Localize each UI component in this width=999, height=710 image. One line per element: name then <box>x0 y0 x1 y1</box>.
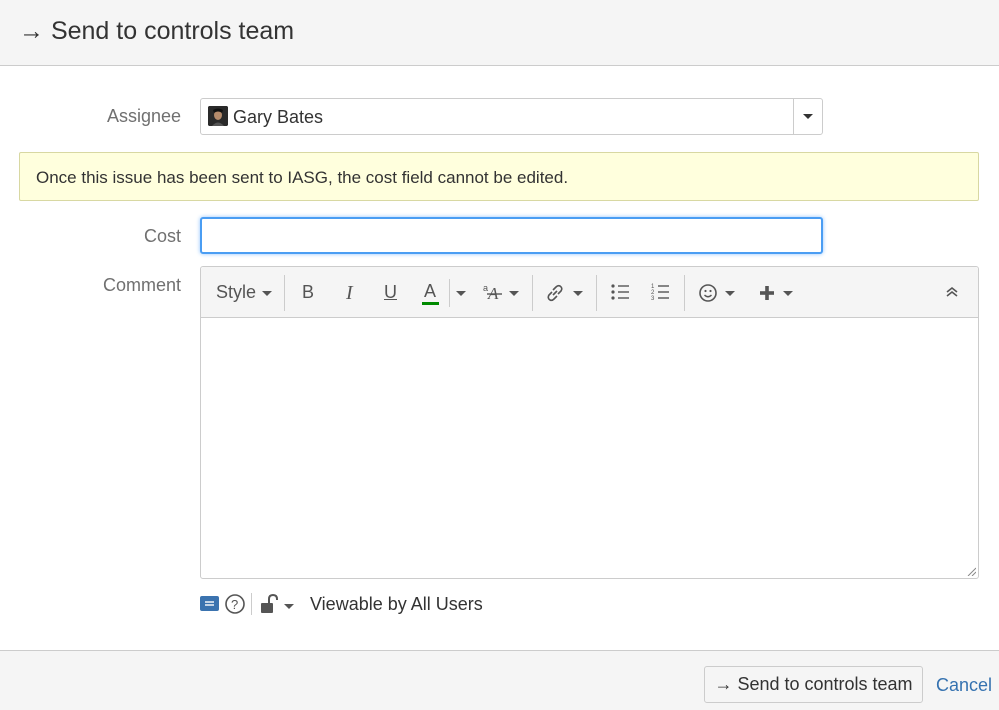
warning-message: Once this issue has been sent to IASG, t… <box>19 152 979 201</box>
dialog-title: → Send to controls team <box>19 17 295 45</box>
chevron-down-icon <box>783 291 793 296</box>
comment-label: Comment <box>102 275 181 295</box>
chevron-down-icon <box>262 291 272 296</box>
numbered-list-button[interactable]: 1 2 3 <box>647 277 675 307</box>
bold-icon: B <box>302 282 315 302</box>
toolbar-divider <box>532 275 533 311</box>
visibility-label: Viewable by All Users <box>310 594 483 614</box>
editor-mode-toggle[interactable] <box>200 593 220 615</box>
cancel-link[interactable]: Cancel <box>936 675 992 696</box>
collapse-toolbar-icon <box>946 286 958 297</box>
text-color-button[interactable]: A <box>419 277 445 307</box>
svg-text:?: ? <box>231 597 238 612</box>
link-icon <box>547 284 563 302</box>
collapse-toolbar-button[interactable] <box>939 277 965 307</box>
numbered-list-icon: 1 2 3 <box>651 284 669 301</box>
insert-more-button[interactable] <box>755 277 797 307</box>
emoticon-icon <box>699 284 717 302</box>
text-color-icon: A <box>424 281 437 301</box>
send-to-controls-team-button[interactable]: → Send to controls team <box>704 666 923 703</box>
chevron-down-icon <box>456 291 466 296</box>
toolbar-divider <box>684 275 685 311</box>
chevron-down-icon <box>509 291 519 296</box>
underline-icon: U <box>384 282 397 302</box>
toolbar-divider <box>449 279 450 307</box>
underline-button[interactable]: U <box>379 277 405 307</box>
assignee-value: Gary Bates <box>233 107 324 127</box>
resize-handle-icon[interactable] <box>966 566 976 576</box>
svg-text:A: A <box>487 284 499 302</box>
footer-divider <box>251 593 252 615</box>
editor-mode-icon <box>200 596 219 611</box>
toolbar-divider <box>284 275 285 311</box>
emoticon-button[interactable] <box>695 277 739 307</box>
text-color-swatch <box>422 302 439 305</box>
text-color-dropdown[interactable] <box>451 277 469 307</box>
assignee-dropdown-trigger[interactable] <box>793 99 822 134</box>
link-button[interactable] <box>541 277 587 307</box>
more-formatting-button[interactable]: a A <box>479 277 523 307</box>
visibility-dropdown[interactable] <box>260 593 296 615</box>
editor-toolbar: Style B I U A a A 1 2 3 <box>201 267 978 318</box>
format-more-icon: a A <box>483 283 502 302</box>
bullet-list-button[interactable] <box>607 277 635 307</box>
dialog-footer: → Send to controls team Cancel <box>0 650 999 710</box>
assignee-select[interactable]: Gary Bates <box>200 98 823 135</box>
cost-label: Cost <box>143 226 181 246</box>
chevron-down-icon <box>725 291 735 296</box>
help-button[interactable]: ? <box>224 593 246 615</box>
chevron-down-icon <box>284 604 294 609</box>
cost-input[interactable] <box>200 217 823 254</box>
style-label: Style <box>216 282 257 302</box>
chevron-down-icon <box>803 114 813 119</box>
style-dropdown[interactable]: Style <box>211 277 277 307</box>
warning-text: Once this issue has been sent to IASG, t… <box>36 168 569 187</box>
comment-textarea[interactable] <box>201 319 978 578</box>
avatar <box>208 106 228 126</box>
unlock-icon <box>261 593 278 613</box>
bold-button[interactable]: B <box>296 277 322 307</box>
assignee-label: Assignee <box>106 106 181 126</box>
italic-button[interactable]: I <box>338 277 364 307</box>
dialog-header: → Send to controls team <box>0 0 999 66</box>
chevron-down-icon <box>573 291 583 296</box>
bullet-list-icon <box>611 284 629 300</box>
italic-icon: I <box>346 282 353 304</box>
help-icon: ? <box>225 594 245 614</box>
comment-editor: Style B I U A a A 1 2 3 <box>200 266 979 579</box>
toolbar-divider <box>596 275 597 311</box>
svg-text:3: 3 <box>651 296 655 301</box>
insert-icon <box>760 286 774 300</box>
